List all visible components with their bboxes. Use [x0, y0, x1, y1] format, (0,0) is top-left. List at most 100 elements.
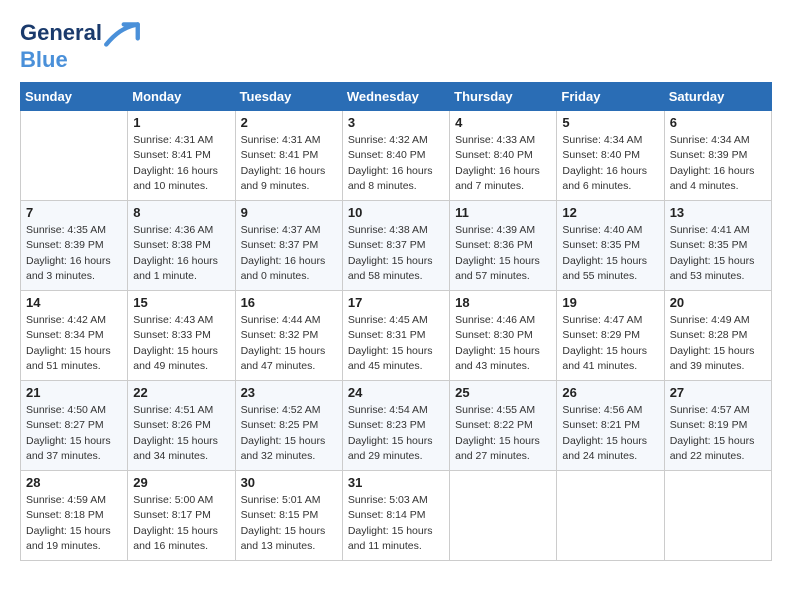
day-number: 10	[348, 205, 444, 220]
calendar-cell: 9 Sunrise: 4:37 AMSunset: 8:37 PMDaylight…	[235, 201, 342, 291]
calendar-cell	[557, 471, 664, 561]
calendar-cell: 4 Sunrise: 4:33 AMSunset: 8:40 PMDaylight…	[450, 111, 557, 201]
day-info: Sunrise: 4:40 AMSunset: 8:35 PMDaylight:…	[562, 223, 658, 284]
calendar-week-4: 21 Sunrise: 4:50 AMSunset: 8:27 PMDayligh…	[21, 381, 772, 471]
day-info: Sunrise: 4:54 AMSunset: 8:23 PMDaylight:…	[348, 403, 444, 464]
calendar-week-5: 28 Sunrise: 4:59 AMSunset: 8:18 PMDayligh…	[21, 471, 772, 561]
day-number: 30	[241, 475, 337, 490]
calendar-cell: 14 Sunrise: 4:42 AMSunset: 8:34 PMDayligh…	[21, 291, 128, 381]
day-number: 21	[26, 385, 122, 400]
day-info: Sunrise: 4:50 AMSunset: 8:27 PMDaylight:…	[26, 403, 122, 464]
day-number: 7	[26, 205, 122, 220]
day-info: Sunrise: 4:43 AMSunset: 8:33 PMDaylight:…	[133, 313, 229, 374]
header-tuesday: Tuesday	[235, 83, 342, 111]
day-number: 11	[455, 205, 551, 220]
calendar-week-1: 1 Sunrise: 4:31 AMSunset: 8:41 PMDaylight…	[21, 111, 772, 201]
day-number: 29	[133, 475, 229, 490]
calendar-week-3: 14 Sunrise: 4:42 AMSunset: 8:34 PMDayligh…	[21, 291, 772, 381]
header-saturday: Saturday	[664, 83, 771, 111]
header-wednesday: Wednesday	[342, 83, 449, 111]
day-number: 27	[670, 385, 766, 400]
header-friday: Friday	[557, 83, 664, 111]
day-info: Sunrise: 4:49 AMSunset: 8:28 PMDaylight:…	[670, 313, 766, 374]
day-number: 9	[241, 205, 337, 220]
day-number: 4	[455, 115, 551, 130]
calendar-cell: 22 Sunrise: 4:51 AMSunset: 8:26 PMDayligh…	[128, 381, 235, 471]
day-number: 3	[348, 115, 444, 130]
day-number: 19	[562, 295, 658, 310]
logo-text: GeneralBlue	[20, 20, 140, 72]
day-number: 23	[241, 385, 337, 400]
calendar-cell: 8Sunrise: 4:36 AMSunset: 8:38 PMDaylight…	[128, 201, 235, 291]
calendar-cell: 10 Sunrise: 4:38 AMSunset: 8:37 PMDayligh…	[342, 201, 449, 291]
day-info: Sunrise: 5:03 AMSunset: 8:14 PMDaylight:…	[348, 493, 444, 554]
calendar-cell: 26Sunrise: 4:56 AMSunset: 8:21 PMDayligh…	[557, 381, 664, 471]
day-number: 17	[348, 295, 444, 310]
header-monday: Monday	[128, 83, 235, 111]
calendar-cell: 16 Sunrise: 4:44 AMSunset: 8:32 PMDayligh…	[235, 291, 342, 381]
day-number: 22	[133, 385, 229, 400]
day-info: Sunrise: 4:31 AMSunset: 8:41 PMDaylight:…	[133, 133, 229, 194]
calendar-cell: 29 Sunrise: 5:00 AMSunset: 8:17 PMDayligh…	[128, 471, 235, 561]
calendar-cell: 2Sunrise: 4:31 AMSunset: 8:41 PMDaylight…	[235, 111, 342, 201]
day-info: Sunrise: 5:00 AMSunset: 8:17 PMDaylight:…	[133, 493, 229, 554]
day-info: Sunrise: 4:44 AMSunset: 8:32 PMDaylight:…	[241, 313, 337, 374]
day-info: Sunrise: 4:56 AMSunset: 8:21 PMDaylight:…	[562, 403, 658, 464]
day-info: Sunrise: 4:41 AMSunset: 8:35 PMDaylight:…	[670, 223, 766, 284]
day-info: Sunrise: 4:32 AMSunset: 8:40 PMDaylight:…	[348, 133, 444, 194]
calendar-cell: 13 Sunrise: 4:41 AMSunset: 8:35 PMDayligh…	[664, 201, 771, 291]
calendar-cell: 3 Sunrise: 4:32 AMSunset: 8:40 PMDaylight…	[342, 111, 449, 201]
header-thursday: Thursday	[450, 83, 557, 111]
calendar-cell: 20 Sunrise: 4:49 AMSunset: 8:28 PMDayligh…	[664, 291, 771, 381]
day-info: Sunrise: 4:59 AMSunset: 8:18 PMDaylight:…	[26, 493, 122, 554]
day-number: 5	[562, 115, 658, 130]
day-info: Sunrise: 4:55 AMSunset: 8:22 PMDaylight:…	[455, 403, 551, 464]
day-info: Sunrise: 4:39 AMSunset: 8:36 PMDaylight:…	[455, 223, 551, 284]
day-info: Sunrise: 4:38 AMSunset: 8:37 PMDaylight:…	[348, 223, 444, 284]
day-info: Sunrise: 4:37 AMSunset: 8:37 PMDaylight:…	[241, 223, 337, 284]
day-number: 31	[348, 475, 444, 490]
day-info: Sunrise: 4:52 AMSunset: 8:25 PMDaylight:…	[241, 403, 337, 464]
day-number: 15	[133, 295, 229, 310]
day-info: Sunrise: 4:35 AMSunset: 8:39 PMDaylight:…	[26, 223, 122, 284]
calendar-cell: 15 Sunrise: 4:43 AMSunset: 8:33 PMDayligh…	[128, 291, 235, 381]
calendar-cell: 11 Sunrise: 4:39 AMSunset: 8:36 PMDayligh…	[450, 201, 557, 291]
calendar-header-row: SundayMondayTuesdayWednesdayThursdayFrid…	[21, 83, 772, 111]
calendar-cell: 21 Sunrise: 4:50 AMSunset: 8:27 PMDayligh…	[21, 381, 128, 471]
day-number: 6	[670, 115, 766, 130]
calendar-table: SundayMondayTuesdayWednesdayThursdayFrid…	[20, 82, 772, 561]
day-info: Sunrise: 4:34 AMSunset: 8:39 PMDaylight:…	[670, 133, 766, 194]
day-number: 13	[670, 205, 766, 220]
day-number: 25	[455, 385, 551, 400]
day-info: Sunrise: 4:42 AMSunset: 8:34 PMDaylight:…	[26, 313, 122, 374]
calendar-cell: 6 Sunrise: 4:34 AMSunset: 8:39 PMDaylight…	[664, 111, 771, 201]
day-number: 20	[670, 295, 766, 310]
day-number: 16	[241, 295, 337, 310]
calendar-week-2: 7 Sunrise: 4:35 AMSunset: 8:39 PMDaylight…	[21, 201, 772, 291]
page-header: GeneralBlue	[20, 20, 772, 72]
day-info: Sunrise: 4:33 AMSunset: 8:40 PMDaylight:…	[455, 133, 551, 194]
calendar-cell: 7 Sunrise: 4:35 AMSunset: 8:39 PMDaylight…	[21, 201, 128, 291]
logo: GeneralBlue	[20, 20, 140, 72]
day-info: Sunrise: 5:01 AMSunset: 8:15 PMDaylight:…	[241, 493, 337, 554]
calendar-cell: 24Sunrise: 4:54 AMSunset: 8:23 PMDayligh…	[342, 381, 449, 471]
calendar-cell: 5 Sunrise: 4:34 AMSunset: 8:40 PMDaylight…	[557, 111, 664, 201]
day-info: Sunrise: 4:45 AMSunset: 8:31 PMDaylight:…	[348, 313, 444, 374]
day-info: Sunrise: 4:51 AMSunset: 8:26 PMDaylight:…	[133, 403, 229, 464]
calendar-cell: 1 Sunrise: 4:31 AMSunset: 8:41 PMDaylight…	[128, 111, 235, 201]
day-info: Sunrise: 4:34 AMSunset: 8:40 PMDaylight:…	[562, 133, 658, 194]
calendar-cell: 28 Sunrise: 4:59 AMSunset: 8:18 PMDayligh…	[21, 471, 128, 561]
day-number: 14	[26, 295, 122, 310]
calendar-cell	[450, 471, 557, 561]
calendar-cell: 27 Sunrise: 4:57 AMSunset: 8:19 PMDayligh…	[664, 381, 771, 471]
day-number: 28	[26, 475, 122, 490]
header-sunday: Sunday	[21, 83, 128, 111]
day-info: Sunrise: 4:31 AMSunset: 8:41 PMDaylight:…	[241, 133, 337, 194]
calendar-cell: 17 Sunrise: 4:45 AMSunset: 8:31 PMDayligh…	[342, 291, 449, 381]
calendar-cell: 30 Sunrise: 5:01 AMSunset: 8:15 PMDayligh…	[235, 471, 342, 561]
calendar-cell	[664, 471, 771, 561]
day-info: Sunrise: 4:57 AMSunset: 8:19 PMDaylight:…	[670, 403, 766, 464]
day-number: 1	[133, 115, 229, 130]
calendar-cell: 23 Sunrise: 4:52 AMSunset: 8:25 PMDayligh…	[235, 381, 342, 471]
calendar-cell: 19Sunrise: 4:47 AMSunset: 8:29 PMDayligh…	[557, 291, 664, 381]
